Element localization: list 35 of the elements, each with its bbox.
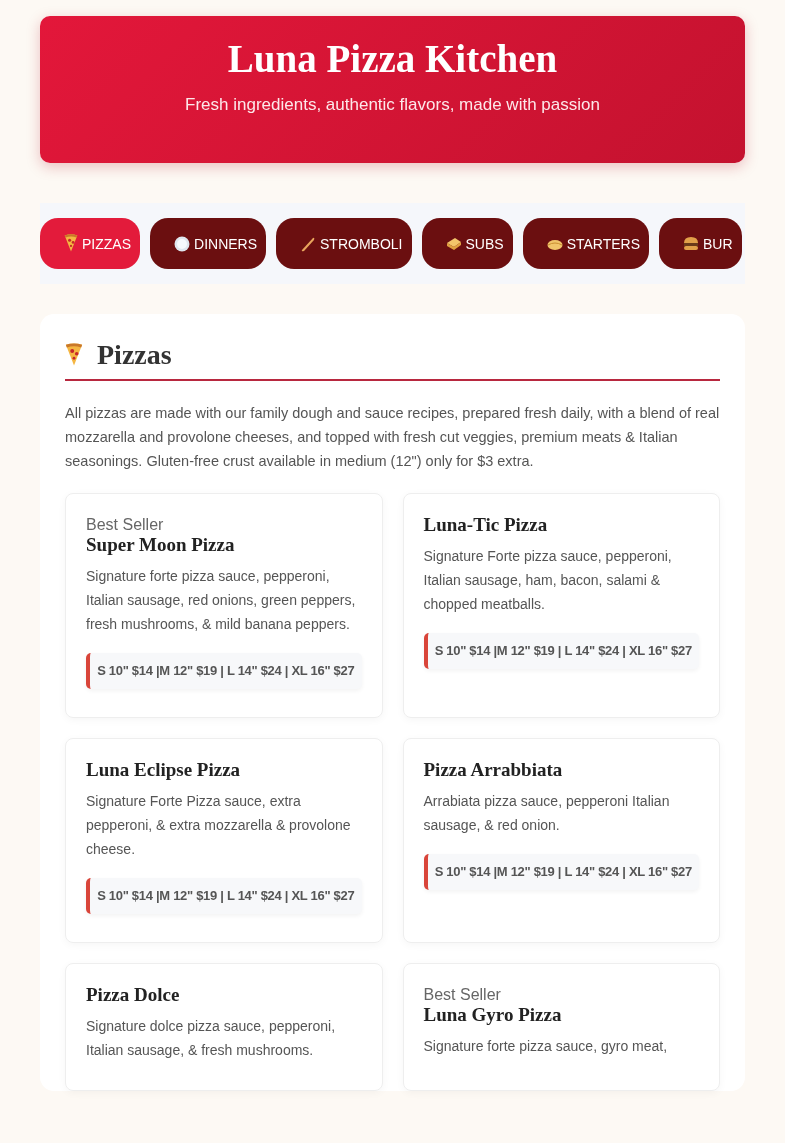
item-description: Signature forte pizza sauce, gyro meat, [423, 1037, 669, 1056]
category-tab[interactable]: STARTERS [522, 218, 649, 269]
item-name: Luna Gyro Pizza [423, 1004, 563, 1026]
pizza-slice-icon [64, 234, 78, 253]
category-tab[interactable]: PIZZAS [40, 218, 140, 269]
item-description: Arrabiata pizza sauce, pepperoni Italian sausage, & red onion. [423, 792, 671, 835]
item-description: Signature Forte pizza sauce, pepperoni, Italian sausage, ham, bacon, salami & chopped meatballs. [423, 547, 673, 614]
item-name: Pizza Arrabbiata [423, 759, 564, 781]
restaurant-title: Luna Pizza Kitchen [227, 36, 558, 81]
item-name: Luna-Tic Pizza [423, 514, 549, 536]
item-name: Super Moon Pizza [86, 534, 236, 556]
category-tab[interactable]: DINNERS [150, 218, 267, 269]
burger-icon [683, 236, 699, 251]
plate-icon [174, 235, 190, 252]
section-title: Pizzas [97, 339, 172, 371]
sandwich-icon [445, 236, 462, 251]
section-description: All pizzas are made with our family dough and sauce recipes, prepared fresh daily, with a blend of real mozzarella and provolone cheeses, and topped with fresh cut veggies, premium meats & Italian seasonings. Gluten-free crust available in medium (12") only for $3 extra. [65, 404, 720, 471]
category-tab[interactable]: STROMBOLI [276, 218, 412, 269]
price-list: S 10" $14 |M 12" $19 | L 14" $24 | XL 16" $27 [86, 878, 362, 914]
baguette-icon [300, 235, 317, 252]
item-name: Luna Eclipse Pizza [86, 759, 242, 781]
tagline: Fresh ingredients, authentic flavors, made with passion [185, 95, 600, 115]
pizza-slice-icon [65, 343, 83, 367]
best-seller-label: Best Seller [86, 516, 165, 534]
item-description: Signature Forte Pizza sauce, extra pepperoni, & extra mozzarella & provolone cheese. [86, 792, 352, 859]
item-description: Signature dolce pizza sauce, pepperoni, Italian sausage, & fresh mushrooms. [86, 1017, 337, 1060]
best-seller-label: Best Seller [423, 986, 502, 1004]
category-tab[interactable]: BUR [659, 218, 742, 269]
price-list: S 10" $14 |M 12" $19 | L 14" $24 | XL 16" $27 [423, 854, 699, 890]
price-list: S 10" $14 |M 12" $19 | L 14" $24 | XL 16" $27 [86, 653, 362, 689]
category-tab[interactable]: SUBS [421, 218, 513, 269]
item-name: Pizza Dolce [86, 984, 181, 1006]
price-list: S 10" $14 |M 12" $19 | L 14" $24 | XL 16" $27 [423, 633, 699, 669]
item-description: Signature forte pizza sauce, pepperoni, Italian sausage, red onions, green peppers, fresh mushrooms, & mild banana peppers. [86, 567, 357, 634]
dumpling-icon [546, 237, 563, 250]
